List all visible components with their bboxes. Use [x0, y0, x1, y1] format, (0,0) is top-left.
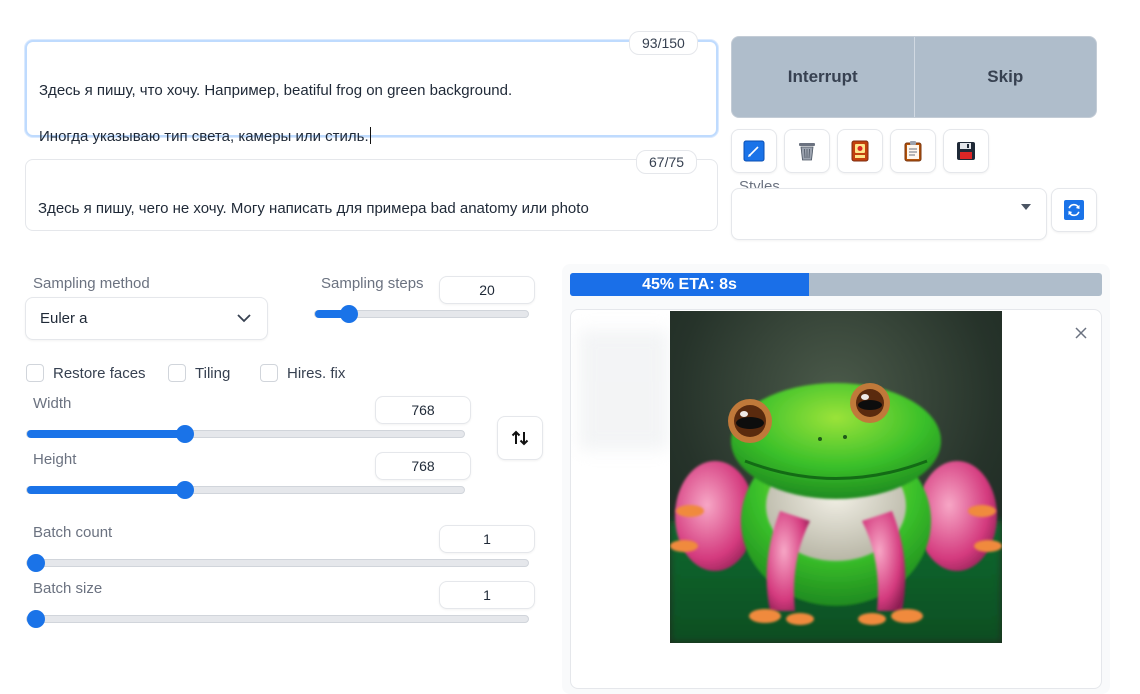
swap-dimensions-button[interactable]	[497, 416, 543, 460]
refresh-styles-button[interactable]	[1051, 188, 1097, 232]
batch-size-label: Batch size	[33, 580, 103, 597]
batch-size-slider[interactable]	[26, 610, 529, 628]
sampling-steps-slider[interactable]	[314, 305, 529, 323]
skip-button[interactable]: Skip	[913, 37, 1097, 117]
progress-text: 45% ETA: 8s	[642, 276, 737, 293]
batch-count-input[interactable]: 1	[439, 525, 535, 553]
card-icon	[851, 140, 869, 162]
width-thumb[interactable]	[176, 425, 194, 443]
close-icon[interactable]	[1070, 322, 1092, 344]
sampling-method-dropdown[interactable]: Euler a	[25, 297, 268, 340]
batch-size-input[interactable]: 1	[439, 581, 535, 609]
height-input[interactable]: 768	[375, 452, 471, 480]
batch-count-label: Batch count	[33, 524, 113, 541]
edit-icon	[743, 140, 765, 162]
save-icon	[957, 142, 975, 160]
trash-icon	[799, 143, 815, 161]
clipboard-icon	[904, 141, 922, 162]
negative-token-counter: 67/75	[636, 150, 698, 174]
generated-image[interactable]	[670, 311, 1002, 643]
height-thumb[interactable]	[176, 481, 194, 499]
sampling-steps-input[interactable]: 20	[439, 276, 535, 304]
batch-count-thumb[interactable]	[27, 554, 45, 572]
restore-faces-label: Restore faces	[53, 365, 146, 382]
interrupt-button[interactable]: Interrupt	[732, 37, 914, 117]
clear-prompt-button[interactable]	[784, 129, 830, 173]
text-caret	[369, 127, 371, 144]
extra-networks-button[interactable]	[837, 129, 883, 173]
generate-controls: Interrupt Skip	[731, 36, 1097, 118]
height-fill	[27, 486, 185, 494]
positive-token-counter: 93/150	[629, 31, 698, 55]
previous-preview-blur	[579, 330, 669, 450]
caret-down-icon	[1021, 204, 1031, 210]
styles-dropdown[interactable]	[731, 188, 1047, 240]
sampling-steps-thumb[interactable]	[340, 305, 358, 323]
height-slider[interactable]	[26, 481, 465, 499]
hires-fix-label: Hires. fix	[287, 365, 346, 382]
width-slider[interactable]	[26, 425, 465, 443]
sampling-method-label: Sampling method	[33, 275, 150, 292]
sampling-method-value: Euler a	[40, 310, 88, 327]
negative-prompt-text: Здесь я пишу, чего не хочу. Могу написат…	[38, 200, 589, 217]
positive-prompt-input[interactable]: Здесь я пишу, что хочу. Например, beatif…	[25, 40, 718, 145]
batch-size-thumb[interactable]	[27, 610, 45, 628]
batch-count-slider[interactable]	[26, 554, 529, 572]
save-style-button[interactable]	[943, 129, 989, 173]
read-params-button[interactable]	[731, 129, 777, 173]
image-gallery	[570, 309, 1102, 689]
tiling-label: Tiling	[195, 365, 231, 382]
refresh-icon	[1064, 200, 1084, 220]
width-fill	[27, 430, 185, 438]
positive-prompt-line-1: Здесь я пишу, что хочу. Например, beatif…	[39, 82, 513, 99]
swap-arrows-icon	[511, 430, 529, 446]
chevron-down-icon	[237, 314, 251, 323]
negative-prompt-input[interactable]: Здесь я пишу, чего не хочу. Могу написат…	[25, 159, 718, 231]
width-input[interactable]: 768	[375, 396, 471, 424]
tiling-checkbox[interactable]	[168, 364, 186, 382]
apply-style-button[interactable]	[890, 129, 936, 173]
positive-prompt-line-2: Иногда указываю тип света, камеры или ст…	[39, 128, 369, 145]
restore-faces-checkbox[interactable]	[26, 364, 44, 382]
width-label: Width	[33, 395, 72, 412]
sampling-steps-label: Sampling steps	[321, 275, 424, 292]
height-label: Height	[33, 451, 77, 468]
hires-fix-checkbox[interactable]	[260, 364, 278, 382]
progress-bar: 45% ETA: 8s	[570, 273, 1102, 296]
